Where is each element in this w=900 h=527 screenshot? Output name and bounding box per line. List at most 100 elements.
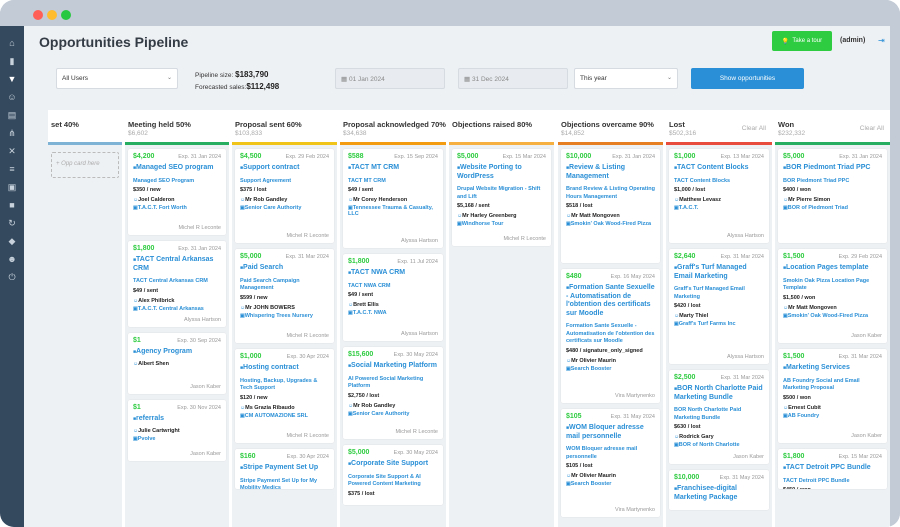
opportunity-card[interactable]: $1,000Exp. 13 Mar 2024TACT Content Block… xyxy=(669,149,769,243)
opportunity-card[interactable]: $10,000Exp. 31 May 2024Franchisee-digita… xyxy=(669,470,769,510)
card-title[interactable]: Social Marketing Platform xyxy=(348,362,438,371)
card-title[interactable]: Review & Listing Management xyxy=(566,164,655,181)
period-select[interactable]: This year ⌄ xyxy=(574,68,678,89)
opportunity-card[interactable]: $15,600Exp. 30 May 2024Social Marketing … xyxy=(343,347,443,439)
card-price-status: $1,500 / won xyxy=(783,294,816,301)
chart-icon[interactable]: ▮ xyxy=(7,56,17,66)
clear-all-link[interactable]: Clear All xyxy=(860,125,884,132)
flow-icon[interactable]: ⋔ xyxy=(7,128,17,138)
logout-icon[interactable]: ⇥ xyxy=(878,36,885,45)
opportunity-card[interactable]: $4,200Exp. 31 Jan 2024Managed SEO progra… xyxy=(128,149,226,235)
card-price-status: $49 / sent xyxy=(133,287,159,294)
opportunity-card[interactable]: $5,000Exp. 15 Mar 2024Website Porting to… xyxy=(452,149,551,246)
opportunity-card[interactable]: $10,000Exp. 31 Jan 2024Review & Listing … xyxy=(561,149,660,263)
tools-icon[interactable]: ✕ xyxy=(7,146,17,156)
opportunity-card[interactable]: $1,800Exp. 15 Mar 2024TACT Detroit PPC B… xyxy=(778,449,887,489)
card-contact: Mr Corey Henderson xyxy=(348,197,438,203)
card-price-status: $630 / lost xyxy=(674,424,701,430)
maximize-window-button[interactable] xyxy=(61,10,71,20)
id-card-icon[interactable]: ▣ xyxy=(7,182,17,192)
opportunity-card[interactable]: $4,500Exp. 29 Feb 2024Support contractSu… xyxy=(235,149,334,243)
card-expiry: Exp. 15 Mar 2024 xyxy=(838,454,882,460)
card-title[interactable]: TACT Content Blocks xyxy=(674,164,764,173)
refresh-icon[interactable]: ↻ xyxy=(7,218,17,228)
opportunity-card[interactable]: $1,000Exp. 30 Apr 2024Hosting contractHo… xyxy=(235,349,334,443)
column-body: $1,000Exp. 13 Mar 2024TACT Content Block… xyxy=(666,145,772,527)
power-icon[interactable]: ⏻ xyxy=(7,272,17,282)
date-from-input[interactable]: ▦ 01 Jan 2024 xyxy=(335,68,445,89)
card-title[interactable]: Graff's Turf Managed Email Marketing xyxy=(674,264,764,281)
opportunity-card[interactable]: $480Exp. 16 May 2024Formation Sante Sexu… xyxy=(561,269,660,403)
users-icon[interactable]: ☺ xyxy=(7,92,17,102)
opportunity-card[interactable]: $2,500Exp. 31 Mar 2024BOR North Charlott… xyxy=(669,370,769,464)
opportunity-card[interactable]: $1Exp. 30 Nov 2024referralsJulie Cartwri… xyxy=(128,400,226,461)
card-title[interactable]: Support contract xyxy=(240,164,329,173)
show-opportunities-button[interactable]: Show opportunities xyxy=(691,68,804,89)
pipeline-column: Proposal sent 60% $103,833 $4,500 Exp. 29 F… xyxy=(232,110,337,527)
card-company: Senior Care Authority xyxy=(348,411,438,417)
card-title[interactable]: Marketing Services xyxy=(783,364,882,373)
opportunity-card[interactable]: $2,640Exp. 31 Mar 2024Graff's Turf Manag… xyxy=(669,249,769,364)
column-body: + Opp card here xyxy=(48,145,122,527)
card-owner: Vira Martynenko xyxy=(615,393,655,399)
add-card-placeholder[interactable]: + Opp card here xyxy=(51,152,119,178)
opportunity-card[interactable]: $1,800Exp. 31 Jan 2024TACT Central Arkan… xyxy=(128,241,226,327)
card-title[interactable]: Franchisee-digital Marketing Package xyxy=(674,485,764,502)
users-select[interactable]: All Users ⌄ xyxy=(56,68,178,89)
card-title[interactable]: Paid Search xyxy=(240,264,329,273)
card-title[interactable]: Formation Sante Sexuelle - Automatisatio… xyxy=(566,284,655,318)
card-expiry: Exp. 30 Apr 2024 xyxy=(286,354,329,360)
date-to-input[interactable]: ▦ 31 Dec 2024 xyxy=(458,68,568,89)
opportunity-card[interactable]: $1,500Exp. 31 Mar 2024Marketing Services… xyxy=(778,349,887,443)
column-body: $10,000Exp. 31 Jan 2024Review & Listing … xyxy=(558,145,663,527)
list-icon[interactable]: ≡ xyxy=(7,164,17,174)
card-title[interactable]: TACT Detroit PPC Bundle xyxy=(783,464,882,473)
opportunity-card[interactable]: $160Exp. 30 Apr 2024Stripe Payment Set U… xyxy=(235,449,334,489)
card-title[interactable]: Location Pages template xyxy=(783,264,882,273)
home-icon[interactable]: ⌂ xyxy=(7,38,17,48)
box-icon[interactable]: ■ xyxy=(7,200,17,210)
org-icon[interactable]: ▤ xyxy=(7,110,17,120)
card-company: CM AUTOMAZIONE SRL xyxy=(240,413,329,419)
tag-icon[interactable]: ◆ xyxy=(7,236,17,246)
card-expiry: Exp. 15 Sep 2024 xyxy=(394,154,438,160)
opportunity-card[interactable]: $105Exp. 31 May 2024WOM Bloquer adresse … xyxy=(561,409,660,517)
card-title[interactable]: Hosting contract xyxy=(240,364,329,373)
opportunity-card[interactable]: $5,000Exp. 30 May 2024Corporate Site Sup… xyxy=(343,445,443,505)
card-title[interactable]: WOM Bloquer adresse mail personnelle xyxy=(566,424,655,441)
opportunity-card[interactable]: $5,000Exp. 31 Jan 2024BOR Piedmont Triad… xyxy=(778,149,887,243)
card-title[interactable]: BOR North Charlotte Paid Marketing Bundl… xyxy=(674,385,764,402)
column-total: $6,602 xyxy=(128,130,148,137)
calendar-icon: ▦ xyxy=(464,76,472,83)
card-contact: Mr Rob Gandley xyxy=(240,197,329,203)
column-name: Meeting held 50% xyxy=(128,120,191,129)
opportunity-card[interactable]: $1Exp. 30 Sep 2024Agency ProgramAlbert S… xyxy=(128,333,226,394)
card-title[interactable]: Corporate Site Support xyxy=(348,460,438,469)
column-total: $14,852 xyxy=(561,130,585,137)
card-price-status: $420 / lost xyxy=(674,303,701,309)
pipeline-board: set 40% + Opp card here Meeting held 50% $6… xyxy=(48,110,890,527)
clear-all-link[interactable]: Clear All xyxy=(742,125,766,132)
page-title: Opportunities Pipeline xyxy=(39,34,189,50)
card-title[interactable]: referrals xyxy=(133,415,221,424)
take-tour-button[interactable]: 💡 Take a tour xyxy=(772,31,832,51)
card-product: TACT NWA CRM xyxy=(348,282,391,289)
card-company: Windhorse Tour xyxy=(457,221,546,227)
opportunity-card[interactable]: $588Exp. 15 Sep 2024TACT MT CRMTACT MT C… xyxy=(343,149,443,248)
user-settings-icon[interactable]: ☻ xyxy=(7,254,17,264)
card-title[interactable]: TACT NWA CRM xyxy=(348,269,438,278)
card-title[interactable]: Stripe Payment Set Up xyxy=(240,464,329,473)
minimize-window-button[interactable] xyxy=(47,10,57,20)
card-title[interactable]: Website Porting to WordPress xyxy=(457,164,546,181)
close-window-button[interactable] xyxy=(33,10,43,20)
card-title[interactable]: Managed SEO program xyxy=(133,164,221,173)
filter-icon[interactable]: ▼ xyxy=(7,74,17,84)
card-title[interactable]: BOR Piedmont Triad PPC xyxy=(783,164,882,173)
card-title[interactable]: TACT MT CRM xyxy=(348,164,438,173)
opportunity-card[interactable]: $1,500Exp. 29 Feb 2024Location Pages tem… xyxy=(778,249,887,343)
card-price-status: $5,168 / sent xyxy=(457,203,490,209)
opportunity-card[interactable]: $1,800Exp. 11 Jul 2024TACT NWA CRMTACT N… xyxy=(343,254,443,341)
opportunity-card[interactable]: $5,000Exp. 31 Mar 2024Paid SearchPaid Se… xyxy=(235,249,334,343)
card-title[interactable]: Agency Program xyxy=(133,348,221,357)
card-title[interactable]: TACT Central Arkansas CRM xyxy=(133,256,221,273)
